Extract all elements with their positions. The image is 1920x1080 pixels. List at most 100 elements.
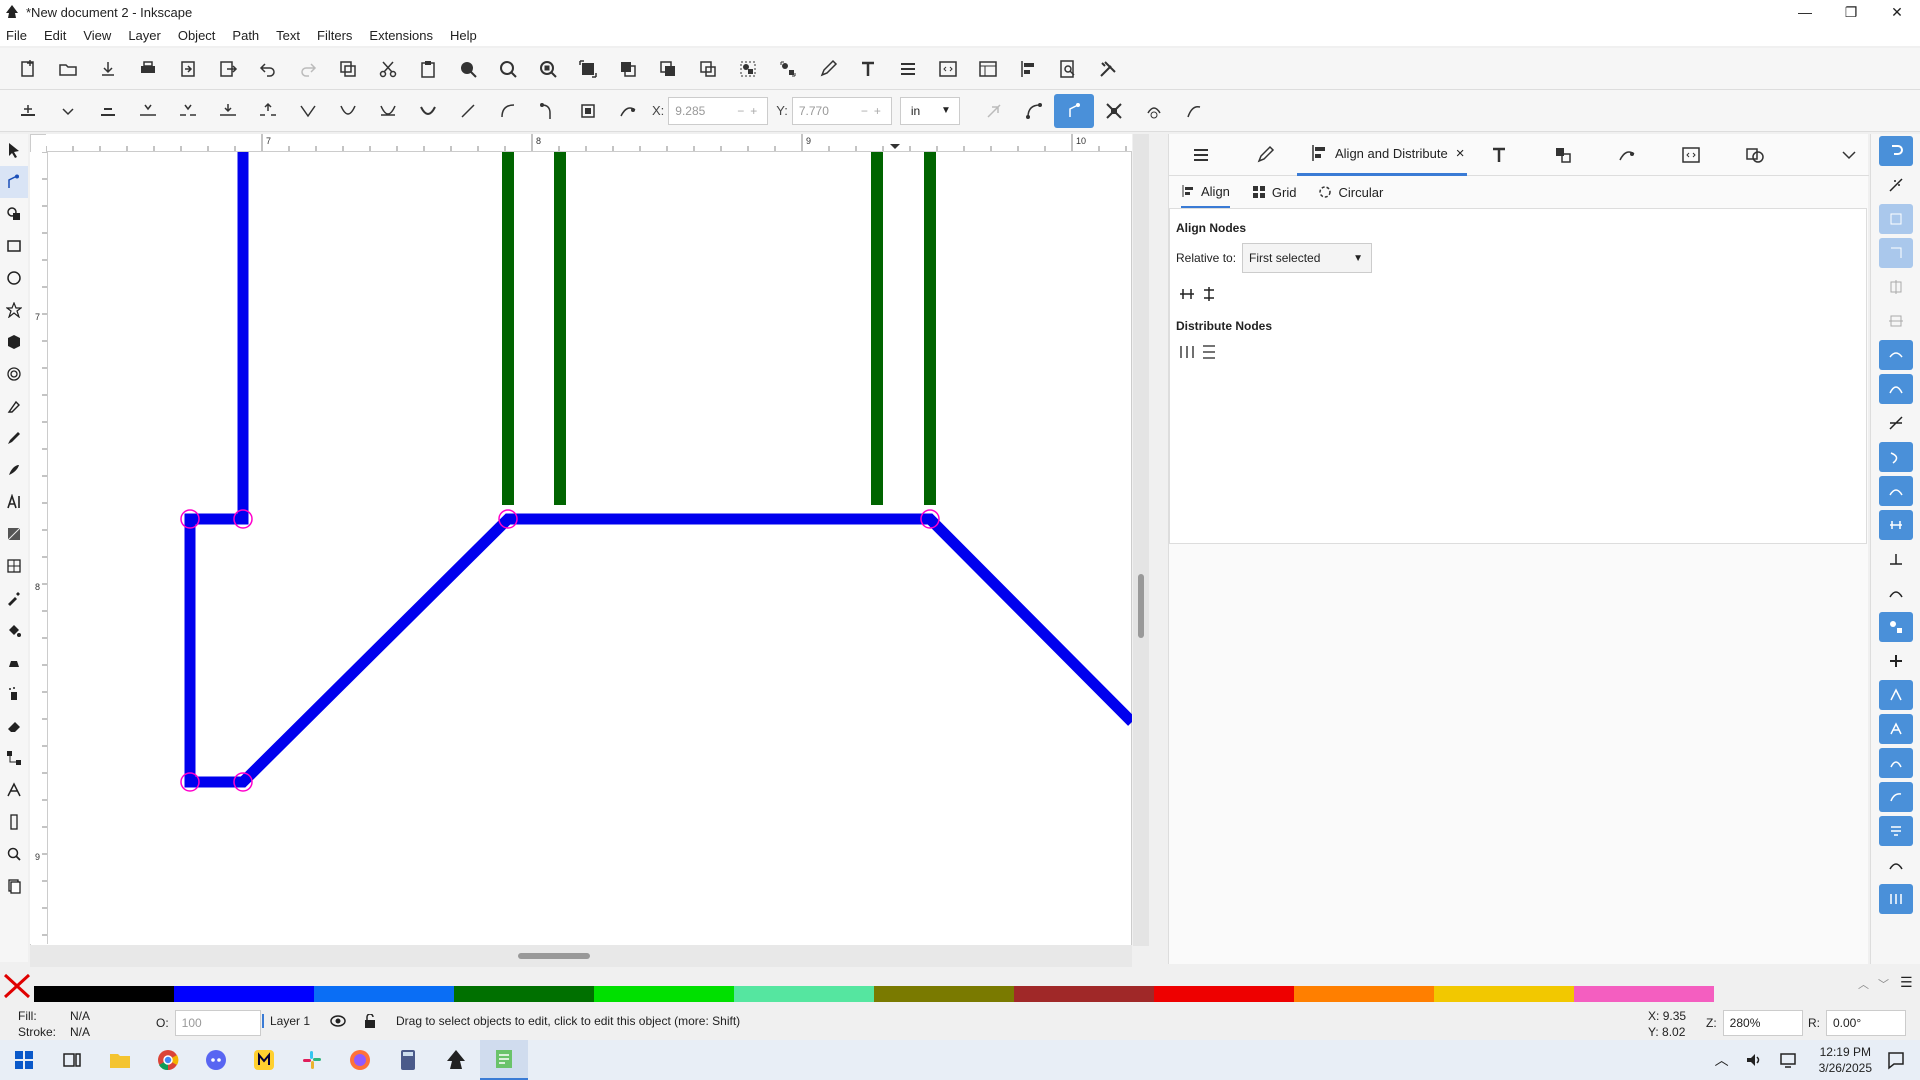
- pages-tool[interactable]: [0, 870, 28, 902]
- snap-smooth-nodes[interactable]: [1871, 474, 1920, 508]
- menu-object[interactable]: Object: [178, 28, 216, 43]
- lpe-tool[interactable]: [0, 774, 28, 806]
- color-swatch[interactable]: [874, 986, 1014, 1002]
- join-segment-button[interactable]: [208, 94, 248, 128]
- fill-stroke-indicator[interactable]: Fill: N/A Stroke: N/A: [18, 1008, 122, 1040]
- subtab-circular[interactable]: Circular: [1318, 176, 1383, 208]
- path-effects-button[interactable]: [608, 94, 648, 128]
- x-stepper[interactable]: −+: [737, 104, 767, 118]
- delete-segment-button[interactable]: [248, 94, 288, 128]
- no-paint-icon[interactable]: [2, 972, 32, 1000]
- tab-fill-stroke[interactable]: [1233, 134, 1297, 176]
- align-nodes-horizontal-button[interactable]: [1176, 283, 1198, 305]
- snap-bbox-center[interactable]: [1871, 304, 1920, 338]
- layer-indicator[interactable]: Layer 1: [262, 1014, 376, 1028]
- subtab-grid[interactable]: Grid: [1252, 176, 1296, 208]
- tab-layers[interactable]: [1169, 134, 1233, 176]
- vertical-ruler[interactable]: 7 8 9: [30, 152, 48, 944]
- zoom-tool[interactable]: [0, 838, 28, 870]
- system-clock[interactable]: 12:19 PM 3/26/2025: [1819, 1044, 1872, 1076]
- next-path-effect-button[interactable]: [1174, 94, 1214, 128]
- pen-tool[interactable]: [0, 390, 28, 422]
- paint-bucket-tool[interactable]: [0, 614, 28, 646]
- inkscape-taskbar-button[interactable]: [432, 1040, 480, 1080]
- notification-center-icon[interactable]: [1886, 1050, 1906, 1070]
- show-outline-button[interactable]: [1014, 94, 1054, 128]
- node-tool[interactable]: [0, 166, 28, 198]
- cut-button[interactable]: [368, 52, 408, 86]
- snap-intersection[interactable]: [1871, 406, 1920, 440]
- horizontal-scrollbar[interactable]: [30, 945, 1132, 967]
- pencil-tool[interactable]: [0, 422, 28, 454]
- color-swatch[interactable]: [1294, 986, 1434, 1002]
- calculator-button[interactable]: [384, 1040, 432, 1080]
- color-swatch[interactable]: [1014, 986, 1154, 1002]
- close-tab-icon[interactable]: ×: [1456, 145, 1465, 162]
- zoom-selection-button[interactable]: [448, 52, 488, 86]
- edit-clip-button[interactable]: [974, 94, 1014, 128]
- snap-bbox-midpoint[interactable]: [1871, 270, 1920, 304]
- smooth-node-button[interactable]: [328, 94, 368, 128]
- spiral-tool[interactable]: [0, 358, 28, 390]
- rectangle-tool[interactable]: [0, 230, 28, 262]
- show-handles-button[interactable]: [1053, 93, 1094, 128]
- delete-node-button[interactable]: [88, 94, 128, 128]
- zoom-page-button[interactable]: [528, 52, 568, 86]
- network-icon[interactable]: [1779, 1051, 1797, 1069]
- color-swatch[interactable]: [174, 986, 314, 1002]
- shape-builder-tool[interactable]: [0, 198, 28, 230]
- subtab-align[interactable]: Align: [1181, 176, 1230, 208]
- tab-path-effects[interactable]: [1595, 134, 1659, 176]
- menu-filters[interactable]: Filters: [317, 28, 352, 43]
- undo-button[interactable]: [248, 52, 288, 86]
- vertical-scrollbar[interactable]: [1133, 134, 1149, 946]
- spray-tool[interactable]: [0, 678, 28, 710]
- color-swatch[interactable]: [734, 986, 874, 1002]
- print-button[interactable]: [128, 52, 168, 86]
- eye-visibility-icon[interactable]: [330, 1015, 346, 1027]
- copy-button[interactable]: [328, 52, 368, 86]
- drawing-area[interactable]: [48, 152, 1132, 944]
- palette-scroll-down-icon[interactable]: ﹀: [1878, 976, 1889, 992]
- color-swatch[interactable]: [34, 986, 174, 1002]
- group-button[interactable]: [728, 52, 768, 86]
- gradient-tool[interactable]: [0, 518, 28, 550]
- color-swatch[interactable]: [314, 986, 454, 1002]
- menu-path[interactable]: Path: [232, 28, 259, 43]
- chrome-button[interactable]: [144, 1040, 192, 1080]
- zoom-input[interactable]: 280%: [1722, 1010, 1803, 1036]
- discord-button[interactable]: [192, 1040, 240, 1080]
- snap-object-centers[interactable]: [1871, 610, 1920, 644]
- menu-text[interactable]: Text: [276, 28, 300, 43]
- snap-bbox-corner[interactable]: [1871, 236, 1920, 270]
- speaker-volume-icon[interactable]: [1745, 1051, 1763, 1069]
- distribute-nodes-vertical-button[interactable]: [1198, 341, 1220, 363]
- snap-grids[interactable]: [1871, 814, 1920, 848]
- join-nodes-button[interactable]: [128, 94, 168, 128]
- tray-overflow-chevron-icon[interactable]: ︿: [1715, 1050, 1729, 1070]
- calligraphy-tool[interactable]: [0, 454, 28, 486]
- tab-text-font[interactable]: [1467, 134, 1531, 176]
- unit-select[interactable]: in ▼: [899, 96, 960, 125]
- snap-text-anchor[interactable]: [1871, 712, 1920, 746]
- x-coordinate-input[interactable]: 9.285 −+: [668, 96, 769, 125]
- ellipse-tool[interactable]: [0, 262, 28, 294]
- color-swatch[interactable]: [1154, 986, 1294, 1002]
- layers-button[interactable]: [888, 52, 928, 86]
- miro-button[interactable]: [240, 1040, 288, 1080]
- text-tool[interactable]: [0, 486, 28, 518]
- tab-transform[interactable]: [1531, 134, 1595, 176]
- y-stepper[interactable]: −+: [861, 104, 891, 118]
- snap-path[interactable]: [1871, 372, 1920, 406]
- palette-swatches[interactable]: [34, 986, 1714, 1002]
- document-properties-button[interactable]: [968, 52, 1008, 86]
- zoom-width-button[interactable]: [568, 52, 608, 86]
- selector-tool[interactable]: [0, 134, 28, 166]
- snap-page-center[interactable]: [1871, 780, 1920, 814]
- menu-edit[interactable]: Edit: [44, 28, 66, 43]
- color-swatch[interactable]: [1434, 986, 1574, 1002]
- export-button[interactable]: [208, 52, 248, 86]
- duplicate-button[interactable]: [608, 52, 648, 86]
- segment-curve-button[interactable]: [488, 94, 528, 128]
- find-replace-button[interactable]: [1048, 52, 1088, 86]
